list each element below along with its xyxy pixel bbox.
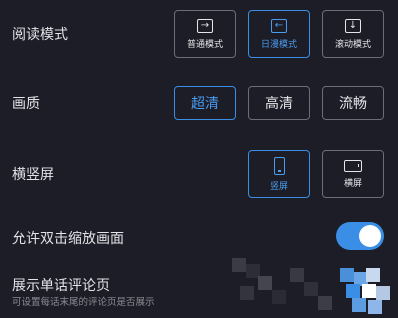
reading-mode-normal-label: 普通模式 [186,39,223,50]
reading-mode-scroll-label: 滚动模式 [334,39,371,50]
reading-mode-normal-button[interactable]: → 普通模式 [174,10,236,58]
toggle-knob [359,225,381,247]
orientation-portrait-label: 竖屏 [269,181,288,192]
orientation-label: 横竖屏 [12,167,54,183]
portrait-phone-icon [273,156,285,175]
reading-mode-manga-button[interactable]: ← 日漫模式 [248,10,310,58]
quality-label: 画质 [12,96,40,112]
orientation-landscape-label: 横屏 [343,178,362,189]
arrow-right-icon: → [197,18,213,33]
show-comments-label: 展示单话评论页 [12,278,110,294]
reading-mode-scroll-button[interactable]: ↓ 滚动模式 [322,10,384,58]
orientation-portrait-button[interactable]: 竖屏 [248,150,310,198]
quality-smooth-button[interactable]: 流畅 [322,86,384,120]
quality-high-label: 高清 [265,96,293,112]
arrow-left-icon: ← [271,18,287,33]
reading-mode-manga-label: 日漫模式 [260,39,297,50]
reading-mode-label: 阅读模式 [12,27,68,43]
show-comments-description: 可设置每话末尾的评论页是否展示 [12,297,155,308]
quality-ultra-label: 超清 [191,96,219,112]
quality-ultra-button[interactable]: 超清 [174,86,236,120]
double-tap-zoom-label: 允许双击缩放画面 [12,231,124,247]
quality-high-button[interactable]: 高清 [248,86,310,120]
quality-smooth-label: 流畅 [339,96,367,112]
landscape-phone-icon [344,159,362,172]
arrow-down-icon: ↓ [345,18,361,33]
double-tap-zoom-toggle[interactable] [336,222,384,250]
orientation-landscape-button[interactable]: 横屏 [322,150,384,198]
